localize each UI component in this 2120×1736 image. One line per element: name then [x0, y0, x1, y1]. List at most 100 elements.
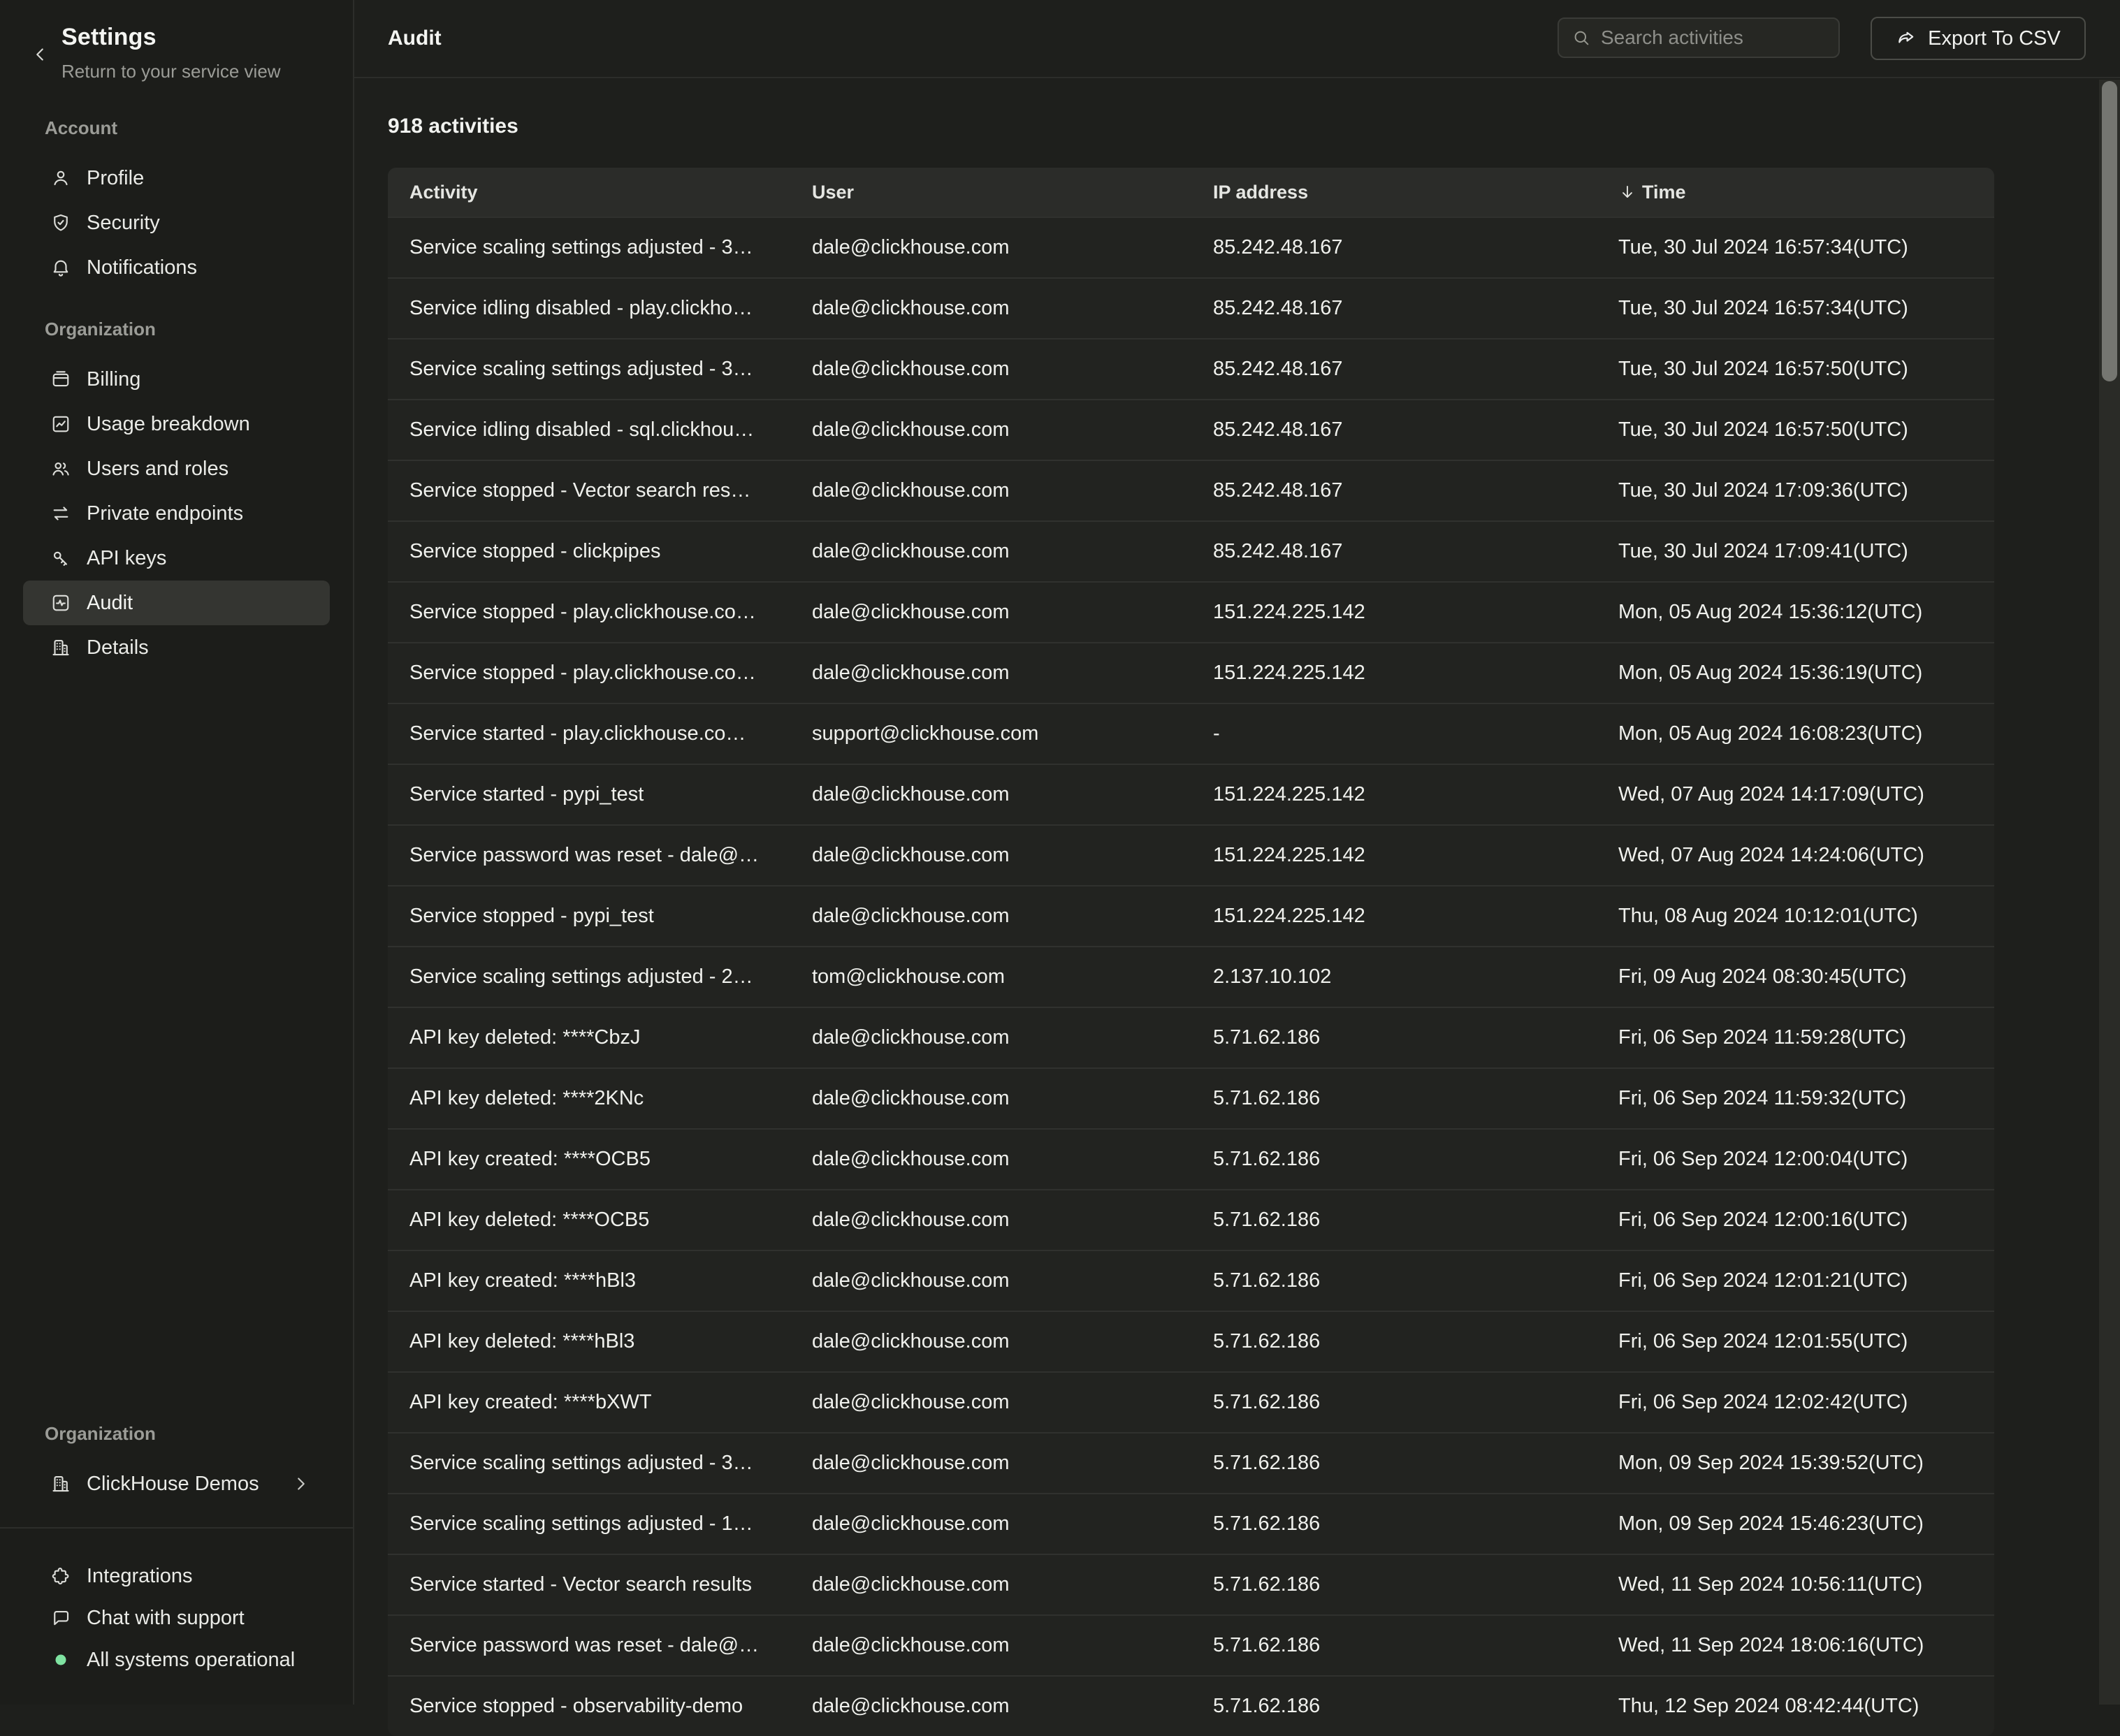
- footer-item-label: All systems operational: [87, 1649, 295, 1672]
- audit-table: Activity UserIP addressTime Service scali…: [388, 168, 1994, 1736]
- cell-time: Fri, 06 Sep 2024 12:01:55(UTC): [1597, 1330, 1994, 1353]
- table-header-row: Activity UserIP addressTime: [388, 168, 1994, 217]
- footer-item-all-systems-operational[interactable]: All systems operational: [23, 1639, 330, 1681]
- table-row: Service stopped - pypi_testdale@clickhou…: [388, 885, 1994, 946]
- column-header-label: Activity: [409, 182, 478, 203]
- sidebar-item-notifications[interactable]: Notifications: [23, 245, 330, 290]
- chevron-right-icon: [291, 1473, 312, 1494]
- sidebar-item-users-and-roles[interactable]: Users and roles: [23, 446, 330, 491]
- cell-time: Fri, 06 Sep 2024 12:01:21(UTC): [1597, 1269, 1994, 1292]
- org-switcher: Organization ClickHouse Demos: [23, 1422, 330, 1506]
- chat-icon: [50, 1607, 71, 1628]
- page-title: Audit: [388, 0, 442, 77]
- table-row: API key deleted: ****OCB5dale@clickhouse…: [388, 1189, 1994, 1250]
- cell-user: dale@clickhouse.com: [790, 662, 1191, 685]
- cell-ip: 85.242.48.167: [1191, 236, 1597, 259]
- cell-activity: Service started - play.clickhouse.co…: [388, 722, 790, 745]
- cell-ip: 151.224.225.142: [1191, 905, 1597, 928]
- cell-ip: 5.71.62.186: [1191, 1269, 1597, 1292]
- cell-activity: Service scaling settings adjusted - 3…: [388, 236, 790, 259]
- wallet-icon: [50, 369, 71, 390]
- scrollbar[interactable]: [2099, 80, 2120, 1705]
- table-row: Service started - pypi_testdale@clickhou…: [388, 764, 1994, 824]
- cell-time: Tue, 30 Jul 2024 16:57:34(UTC): [1597, 236, 1994, 259]
- sidebar-item-label: Profile: [87, 167, 144, 190]
- cell-user: dale@clickhouse.com: [790, 1330, 1191, 1353]
- column-header-user[interactable]: User: [790, 182, 1191, 203]
- column-header-activity[interactable]: Activity: [388, 182, 790, 203]
- sidebar-item-api-keys[interactable]: API keys: [23, 536, 330, 581]
- shield-check-icon: [50, 212, 71, 233]
- cell-time: Fri, 06 Sep 2024 12:00:04(UTC): [1597, 1148, 1994, 1171]
- cell-time: Tue, 30 Jul 2024 16:57:50(UTC): [1597, 358, 1994, 381]
- sidebar-item-label: Users and roles: [87, 458, 228, 481]
- sidebar-item-billing[interactable]: Billing: [23, 357, 330, 402]
- column-header-time[interactable]: Time: [1597, 182, 1994, 203]
- sidebar-item-label: API keys: [87, 547, 166, 570]
- cell-time: Fri, 06 Sep 2024 11:59:28(UTC): [1597, 1026, 1994, 1049]
- column-header-ip[interactable]: IP address: [1191, 182, 1597, 203]
- sidebar-item-label: Billing: [87, 368, 140, 391]
- cell-time: Tue, 30 Jul 2024 17:09:41(UTC): [1597, 540, 1994, 563]
- table-row: Service scaling settings adjusted - 3…da…: [388, 217, 1994, 277]
- sidebar-item-profile[interactable]: Profile: [23, 156, 330, 200]
- section-label: Organization: [45, 317, 330, 341]
- table-row: API key deleted: ****CbzJdale@clickhouse…: [388, 1007, 1994, 1067]
- cell-time: Mon, 09 Sep 2024 15:39:52(UTC): [1597, 1452, 1994, 1475]
- table-row: Service started - play.clickhouse.co…sup…: [388, 703, 1994, 764]
- cell-ip: -: [1191, 722, 1597, 745]
- cell-ip: 5.71.62.186: [1191, 1695, 1597, 1718]
- cell-user: dale@clickhouse.com: [790, 1391, 1191, 1414]
- cell-ip: 5.71.62.186: [1191, 1026, 1597, 1049]
- search-box[interactable]: [1558, 17, 1840, 58]
- table-row: Service started - Vector search resultsd…: [388, 1554, 1994, 1614]
- cell-time: Fri, 06 Sep 2024 12:02:42(UTC): [1597, 1391, 1994, 1414]
- back-button[interactable]: [29, 41, 57, 68]
- cell-activity: API key deleted: ****OCB5: [388, 1209, 790, 1232]
- cell-user: dale@clickhouse.com: [790, 1634, 1191, 1657]
- cell-activity: Service scaling settings adjusted - 1…: [388, 1512, 790, 1536]
- table-row: Service idling disabled - sql.clickhou…d…: [388, 399, 1994, 460]
- footer-item-label: Integrations: [87, 1565, 193, 1588]
- org-switcher-row[interactable]: ClickHouse Demos: [23, 1461, 330, 1506]
- table-row: API key deleted: ****hBl3dale@clickhouse…: [388, 1311, 1994, 1371]
- sidebar-subtitle: Return to your service view: [61, 61, 339, 82]
- search-input[interactable]: [1601, 27, 1838, 49]
- sidebar-item-details[interactable]: Details: [23, 625, 330, 670]
- cell-time: Fri, 06 Sep 2024 11:59:32(UTC): [1597, 1087, 1994, 1110]
- cell-ip: 5.71.62.186: [1191, 1573, 1597, 1596]
- footer-item-chat-with-support[interactable]: Chat with support: [23, 1597, 330, 1639]
- sidebar-item-private-endpoints[interactable]: Private endpoints: [23, 491, 330, 536]
- table-row: Service scaling settings adjusted - 2…to…: [388, 946, 1994, 1007]
- sidebar-item-security[interactable]: Security: [23, 200, 330, 245]
- footer-item-integrations[interactable]: Integrations: [23, 1555, 330, 1597]
- table-row: API key deleted: ****2KNcdale@clickhouse…: [388, 1067, 1994, 1128]
- sidebar-item-label: Audit: [87, 592, 133, 615]
- cell-activity: Service stopped - play.clickhouse.co…: [388, 601, 790, 624]
- cell-time: Wed, 07 Aug 2024 14:17:09(UTC): [1597, 783, 1994, 806]
- cell-activity: Service stopped - observability-demo: [388, 1695, 790, 1718]
- cell-user: dale@clickhouse.com: [790, 297, 1191, 320]
- sidebar-item-usage-breakdown[interactable]: Usage breakdown: [23, 402, 330, 446]
- cell-time: Fri, 06 Sep 2024 12:00:16(UTC): [1597, 1209, 1994, 1232]
- cell-activity: Service password was reset - dale@…: [388, 844, 790, 867]
- cell-activity: Service stopped - clickpipes: [388, 540, 790, 563]
- cell-activity: Service started - Vector search results: [388, 1573, 790, 1596]
- cell-ip: 5.71.62.186: [1191, 1148, 1597, 1171]
- nav-section-account: AccountProfileSecurityNotifications: [23, 116, 330, 290]
- sidebar-item-audit[interactable]: Audit: [23, 581, 330, 625]
- cell-time: Mon, 05 Aug 2024 16:08:23(UTC): [1597, 722, 1994, 745]
- search-icon: [1571, 28, 1591, 48]
- table-row: Service scaling settings adjusted - 3…da…: [388, 1432, 1994, 1493]
- table-row: Service stopped - Vector search res…dale…: [388, 460, 1994, 520]
- sidebar-footer: Integrations Chat with support All systems…: [23, 1555, 330, 1681]
- section-label-organization: Organization: [45, 1422, 330, 1445]
- cell-ip: 5.71.62.186: [1191, 1209, 1597, 1232]
- cell-user: dale@clickhouse.com: [790, 1209, 1191, 1232]
- cell-time: Wed, 11 Sep 2024 18:06:16(UTC): [1597, 1634, 1994, 1657]
- scrollbar-thumb[interactable]: [2102, 81, 2117, 381]
- cell-activity: Service password was reset - dale@…: [388, 1634, 790, 1657]
- cell-ip: 85.242.48.167: [1191, 418, 1597, 442]
- cell-ip: 5.71.62.186: [1191, 1330, 1597, 1353]
- export-to-csv-button[interactable]: Export To CSV: [1871, 17, 2086, 60]
